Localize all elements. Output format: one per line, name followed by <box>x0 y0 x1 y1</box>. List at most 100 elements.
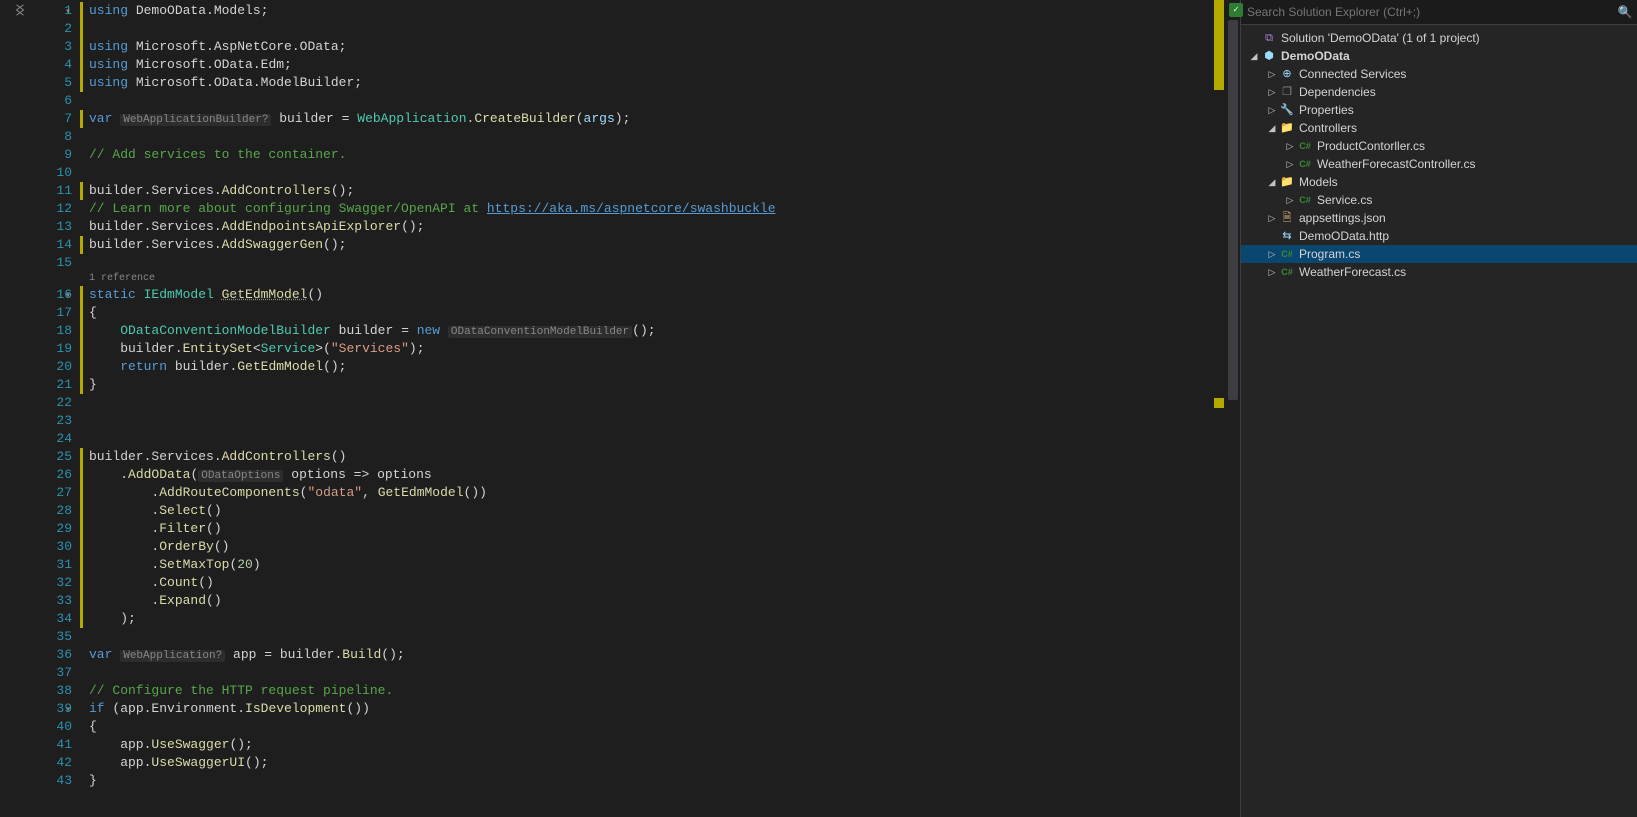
code-line[interactable]: using Microsoft.AspNetCore.OData; <box>83 38 1206 56</box>
expander-icon[interactable]: ▷ <box>1283 155 1297 173</box>
csproj-icon: ⬢ <box>1261 48 1277 64</box>
code-line[interactable] <box>83 430 1206 448</box>
tree-item-properties[interactable]: ▷ 🔧 Properties <box>1241 101 1637 119</box>
code-line[interactable]: var WebApplicationBuilder? builder = Web… <box>83 110 1206 128</box>
solution-search-input[interactable] <box>1241 2 1613 22</box>
solution-tree[interactable]: ⧉ Solution 'DemoOData' (1 of 1 project) … <box>1241 25 1637 817</box>
expander-icon[interactable]: ▷ <box>1283 137 1297 155</box>
code-line[interactable]: ▾using DemoOData.Models; <box>83 2 1206 20</box>
wrench-icon: 🔧 <box>1279 102 1295 118</box>
codelens[interactable]: 1 reference <box>83 272 1206 286</box>
code-line[interactable]: .OrderBy() <box>83 538 1206 556</box>
search-icon[interactable]: 🔍 <box>1613 5 1637 19</box>
collapse-icon[interactable]: ▾ <box>65 288 77 300</box>
code-line[interactable]: .Select() <box>83 502 1206 520</box>
line-number-gutter: 1 2 3 4 5 6 7 8 9 10 11 12 13 14 15 16 1… <box>40 0 80 817</box>
code-line[interactable]: .SetMaxTop(20) <box>83 556 1206 574</box>
solution-node[interactable]: ⧉ Solution 'DemoOData' (1 of 1 project) <box>1241 29 1637 47</box>
health-indicator-ok-icon[interactable]: ✓ <box>1229 3 1243 17</box>
code-line[interactable]: .Count() <box>83 574 1206 592</box>
code-line[interactable]: builder.Services.AddControllers() <box>83 448 1206 466</box>
inline-hint: ODataConventionModelBuilder <box>448 326 632 338</box>
expander-icon[interactable]: ◢ <box>1265 119 1279 137</box>
tree-item-demohttp[interactable]: ▷ ⇆ DemoOData.http <box>1241 227 1637 245</box>
tree-item-weathercontroller[interactable]: ▷ C# WeatherForecastController.cs <box>1241 155 1637 173</box>
tree-item-program-cs[interactable]: ▷ C# Program.cs <box>1241 245 1637 263</box>
code-line[interactable] <box>83 254 1206 272</box>
project-node[interactable]: ◢ ⬢ DemoOData <box>1241 47 1637 65</box>
code-line[interactable]: ODataConventionModelBuilder builder = ne… <box>83 322 1206 340</box>
code-line[interactable]: // Add services to the container. <box>83 146 1206 164</box>
collapse-icon[interactable]: ▾ <box>65 702 77 714</box>
csharp-file-icon: C# <box>1297 138 1313 154</box>
tree-item-weatherforecast-cs[interactable]: ▷ C# WeatherForecast.cs <box>1241 263 1637 281</box>
tree-item-dependencies[interactable]: ▷ ❐ Dependencies <box>1241 83 1637 101</box>
tree-item-models-folder[interactable]: ◢ 📁 Models <box>1241 173 1637 191</box>
code-line[interactable]: using Microsoft.OData.Edm; <box>83 56 1206 74</box>
code-line[interactable] <box>83 628 1206 646</box>
code-line[interactable] <box>83 664 1206 682</box>
code-line[interactable]: // Configure the HTTP request pipeline. <box>83 682 1206 700</box>
code-line[interactable] <box>83 92 1206 110</box>
collapse-icon[interactable]: ▾ <box>65 4 77 16</box>
expander-icon[interactable]: ▷ <box>1265 263 1279 281</box>
expander-icon[interactable]: ▷ <box>1265 209 1279 227</box>
scrollbar-thumb[interactable] <box>1228 20 1238 400</box>
code-line[interactable]: var WebApplication? app = builder.Build(… <box>83 646 1206 664</box>
dependencies-icon: ❐ <box>1279 84 1295 100</box>
line-number: 24 <box>40 430 80 448</box>
code-line[interactable]: ▾if (app.Environment.IsDevelopment()) <box>83 700 1206 718</box>
solution-search-bar[interactable]: 🔍 <box>1241 0 1637 25</box>
line-number: 35 <box>40 628 80 646</box>
tree-item-controllers-folder[interactable]: ◢ 📁 Controllers <box>1241 119 1637 137</box>
tree-item-appsettings[interactable]: ▷ 🗎 appsettings.json <box>1241 209 1637 227</box>
code-line[interactable]: } <box>83 772 1206 790</box>
code-line[interactable] <box>83 164 1206 182</box>
code-line[interactable]: builder.Services.AddEndpointsApiExplorer… <box>83 218 1206 236</box>
line-number: 7 <box>40 110 80 128</box>
code-line[interactable]: app.UseSwaggerUI(); <box>83 754 1206 772</box>
expander-icon[interactable]: ▷ <box>1265 245 1279 263</box>
code-line[interactable] <box>83 128 1206 146</box>
tree-label: DemoOData <box>1281 47 1350 65</box>
code-content[interactable]: ▾using DemoOData.Models; using Microsoft… <box>80 0 1206 817</box>
code-line[interactable]: { <box>83 304 1206 322</box>
link[interactable]: https://aka.ms/aspnetcore/swashbuckle <box>487 201 776 216</box>
tree-label: Controllers <box>1299 119 1357 137</box>
code-line[interactable]: ); <box>83 610 1206 628</box>
code-line[interactable] <box>83 20 1206 38</box>
code-line[interactable] <box>83 394 1206 412</box>
code-line[interactable]: app.UseSwagger(); <box>83 736 1206 754</box>
folder-icon: 📁 <box>1279 120 1295 136</box>
code-line[interactable]: builder.Services.AddControllers(); <box>83 182 1206 200</box>
tree-item-connected-services[interactable]: ▷ ⊕ Connected Services <box>1241 65 1637 83</box>
expander-icon[interactable]: ◢ <box>1247 47 1261 65</box>
line-number: 9 <box>40 146 80 164</box>
expander-icon[interactable]: ▷ <box>1265 65 1279 83</box>
code-line[interactable]: ▾static IEdmModel GetEdmModel() <box>83 286 1206 304</box>
code-line[interactable] <box>83 412 1206 430</box>
code-line[interactable]: .AddRouteComponents("odata", GetEdmModel… <box>83 484 1206 502</box>
code-line[interactable]: } <box>83 376 1206 394</box>
code-line[interactable]: // Learn more about configuring Swagger/… <box>83 200 1206 218</box>
code-line[interactable]: { <box>83 718 1206 736</box>
change-indicator-bar <box>1206 0 1226 817</box>
line-number: 26 <box>40 466 80 484</box>
code-line[interactable]: builder.Services.AddSwaggerGen(); <box>83 236 1206 254</box>
line-number: 38 <box>40 682 80 700</box>
json-file-icon: 🗎 <box>1279 210 1295 226</box>
code-editor[interactable]: 1 2 3 4 5 6 7 8 9 10 11 12 13 14 15 16 1… <box>0 0 1240 817</box>
code-line[interactable]: .Expand() <box>83 592 1206 610</box>
code-line[interactable]: return builder.GetEdmModel(); <box>83 358 1206 376</box>
code-line[interactable]: .Filter() <box>83 520 1206 538</box>
code-line[interactable]: .AddOData(ODataOptions options => option… <box>83 466 1206 484</box>
tree-item-productcontroller[interactable]: ▷ C# ProductContorller.cs <box>1241 137 1637 155</box>
expander-icon[interactable]: ◢ <box>1265 173 1279 191</box>
code-line[interactable]: using Microsoft.OData.ModelBuilder; <box>83 74 1206 92</box>
expander-icon[interactable]: ▷ <box>1265 83 1279 101</box>
tree-item-service-cs[interactable]: ▷ C# Service.cs <box>1241 191 1637 209</box>
expander-icon[interactable]: ▷ <box>1265 101 1279 119</box>
expander-icon[interactable]: ▷ <box>1283 191 1297 209</box>
editor-scrollbar[interactable]: ✓ <box>1226 0 1240 817</box>
code-line[interactable]: builder.EntitySet<Service>("Services"); <box>83 340 1206 358</box>
